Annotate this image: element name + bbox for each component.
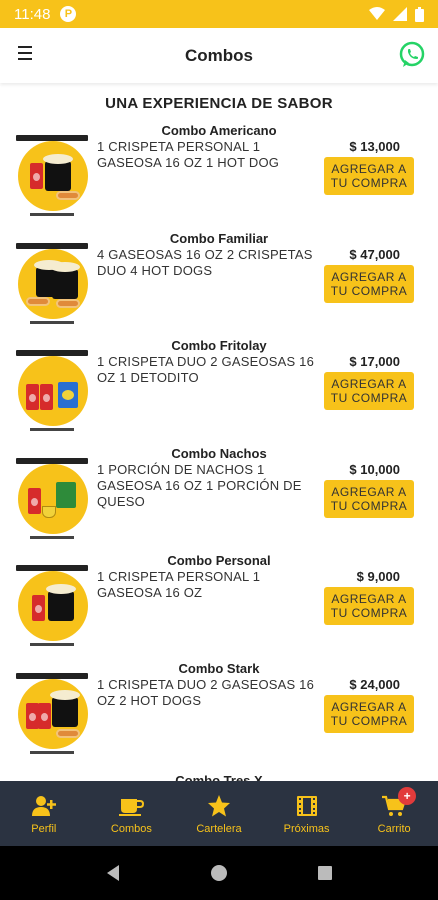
combo-price: $ 17,000 (349, 354, 400, 369)
combo-item: Combo Americano 1 CRISPETA PERSONAL 1 GA… (0, 117, 438, 225)
combo-item: Combo Fritolay 1 CRISPETA DUO 2 GASEOSAS… (0, 332, 438, 440)
recents-icon[interactable] (314, 862, 336, 884)
nav-item-proximas[interactable]: Próximas (263, 781, 351, 846)
nav-label: Cartelera (196, 822, 242, 835)
nav-label: Carrito (377, 822, 411, 835)
cart-badge: + (398, 787, 417, 805)
combo-image (12, 565, 92, 647)
combo-item: Combo Stark 1 CRISPETA DUO 2 GASEOSAS 16… (0, 655, 438, 763)
app-bar: Combos (0, 28, 438, 83)
system-navigation-bar (0, 846, 438, 900)
combo-title-partial: Combo Tres X (175, 773, 263, 781)
page-title: Combos (185, 45, 253, 65)
status-bar: 11:48 P (0, 0, 438, 28)
combo-item: Combo Nachos 1 PORCIÓN DE NACHOS 1 GASEO… (0, 440, 438, 548)
app-notification-icon: P (60, 6, 77, 22)
nav-item-carrito[interactable]: + Carrito (350, 781, 438, 846)
status-time: 11:48 (14, 5, 51, 23)
whatsapp-icon[interactable] (398, 41, 426, 69)
combo-price: $ 13,000 (349, 139, 400, 154)
nav-item-cartelera[interactable]: Cartelera (175, 781, 263, 846)
combo-list: UNA EXPERIENCIA DE SABOR Combo Americano… (0, 83, 438, 781)
signal-icon (393, 7, 407, 21)
add-to-order-button[interactable]: AGREGAR A TU COMPRA (324, 264, 414, 303)
nav-label: Próximas (283, 822, 330, 835)
combo-item: Combo Familiar 4 GASEOSAS 16 OZ 2 CRISPE… (0, 225, 438, 333)
film-icon (294, 793, 320, 819)
add-to-order-button[interactable]: AGREGAR A TU COMPRA (324, 479, 414, 518)
add-to-order-button[interactable]: AGREGAR A TU COMPRA (324, 694, 414, 733)
star-icon (206, 793, 232, 819)
home-icon[interactable] (208, 862, 230, 884)
combo-item: Combo Personal 1 CRISPETA PERSONAL 1 GAS… (0, 547, 438, 655)
combo-image (12, 135, 92, 217)
status-indicators (369, 6, 424, 22)
combo-description: 1 CRISPETA PERSONAL 1 GASEOSA 16 OZ (97, 569, 261, 600)
wifi-icon (369, 7, 385, 20)
combo-description: 1 CRISPETA DUO 2 GASEOSAS 16 OZ 1 DETODI… (97, 354, 315, 385)
add-to-order-button[interactable]: AGREGAR A TU COMPRA (324, 372, 414, 410)
combo-image (12, 242, 92, 325)
combo-image (12, 457, 92, 540)
combo-image (12, 350, 92, 432)
combo-description: 4 GASEOSAS 16 OZ 2 CRISPETAS DUO 4 HOT D… (97, 246, 313, 278)
battery-icon (415, 6, 424, 22)
menu-icon[interactable] (18, 46, 32, 60)
combo-price: $ 24,000 (349, 676, 400, 692)
combo-image (12, 672, 92, 755)
nav-item-perfil[interactable]: Perfil (0, 781, 88, 846)
combo-description: 1 PORCIÓN DE NACHOS 1 GASEOSA 16 OZ 1 PO… (97, 461, 302, 509)
bottom-navigation: Perfil Combos Cartelera Próximas + Carri… (0, 781, 438, 846)
combo-price: $ 47,000 (349, 246, 400, 262)
nav-item-combos[interactable]: Combos (88, 781, 176, 846)
nav-label: Perfil (31, 822, 57, 835)
coffee-cup-icon (118, 793, 145, 819)
add-to-order-button[interactable]: AGREGAR A TU COMPRA (324, 157, 414, 195)
combo-description: 1 CRISPETA DUO 2 GASEOSAS 16 OZ 2 HOT DO… (97, 676, 315, 708)
add-to-order-button[interactable]: AGREGAR A TU COMPRA (324, 587, 414, 625)
nav-label: Combos (110, 822, 152, 835)
combo-description: 1 CRISPETA PERSONAL 1 GASEOSA 16 OZ 1 HO… (97, 139, 280, 170)
section-headline: UNA EXPERIENCIA DE SABOR (105, 95, 333, 112)
person-add-icon (31, 793, 57, 819)
back-icon[interactable] (102, 862, 124, 884)
combo-price: $ 10,000 (349, 461, 400, 477)
combo-price: $ 9,000 (356, 569, 400, 584)
